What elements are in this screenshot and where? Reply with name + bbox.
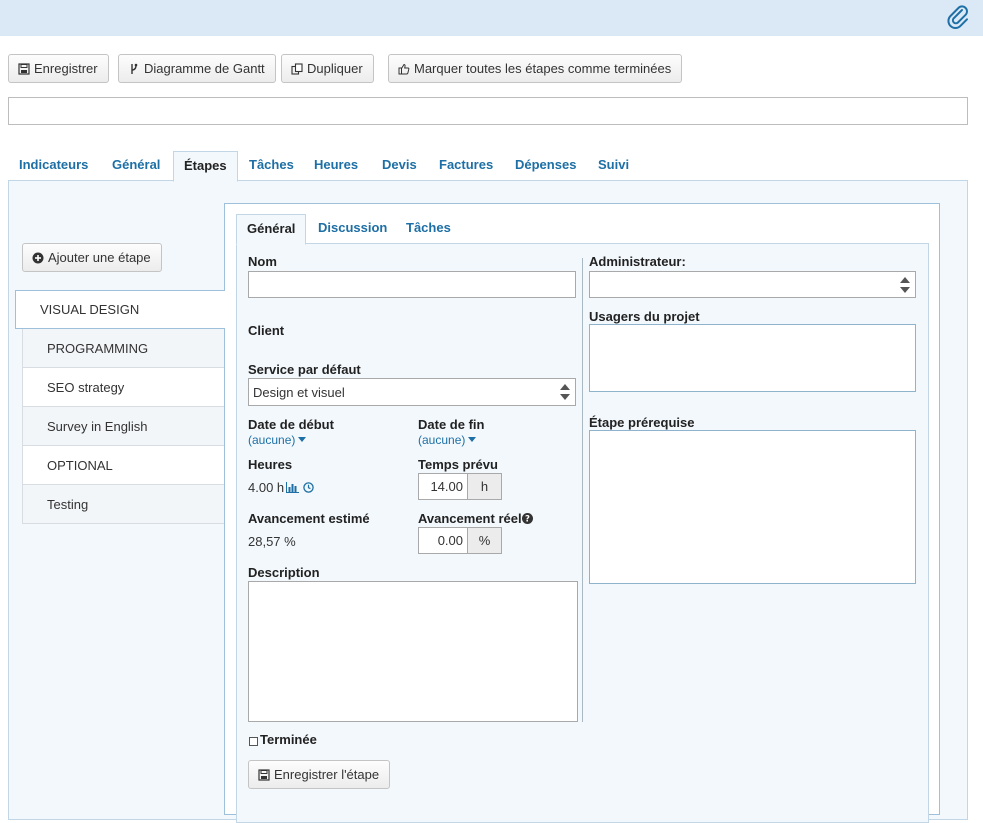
description-textarea[interactable] [248,581,578,722]
service-select-value: Design et visuel [253,384,345,400]
step-item-testing[interactable]: Testing [22,485,225,524]
detail-tab-general[interactable]: Général [236,214,307,245]
step-item-survey-in-english[interactable]: Survey in English [22,407,225,446]
nom-label: Nom [248,254,277,269]
temps-prevu-group: 14.00 h [418,473,502,500]
avancement-estime-label: Avancement estimé [248,511,370,526]
date-debut-picker[interactable]: (aucune) [248,433,307,447]
question-circle-icon[interactable]: ? [522,513,533,524]
tab-suivi[interactable]: Suivi [598,151,629,181]
heures-label: Heures [248,457,293,472]
heures-value: 4.00 h [248,480,285,495]
plus-circle-icon [32,252,44,264]
prerequise-list[interactable] [589,430,916,584]
date-debut-label: Date de début [248,417,334,432]
tab-heures[interactable]: Heures [314,151,358,181]
save-button[interactable]: Enregistrer [8,54,109,83]
administrateur-label: Administrateur: [589,254,686,269]
step-item-optional[interactable]: OPTIONAL [22,446,225,485]
terminee-checkbox[interactable] [249,737,258,746]
top-bar [0,0,983,36]
duplicate-button-label: Dupliquer [307,61,363,76]
usagers-list[interactable] [589,324,916,392]
paperclip-icon[interactable] [945,4,971,30]
date-fin-picker[interactable]: (aucune) [418,433,477,447]
temps-prevu-input[interactable]: 14.00 [418,473,468,500]
temps-prevu-label: Temps prévu [418,457,498,472]
service-select[interactable]: Design et visuel [248,378,576,406]
service-label: Service par défaut [248,362,361,377]
floppy-disk-icon [18,62,30,75]
avancement-reel-label: Avancement réel [418,511,522,526]
tab-factures[interactable]: Factures [439,151,493,181]
caret-down-icon [468,437,477,442]
client-label: Client [248,323,285,338]
terminee-label: Terminée [260,732,317,747]
tab-etapes[interactable]: Étapes [173,151,238,182]
nom-input[interactable] [248,271,576,298]
avancement-reel-input[interactable]: 0.00 [418,527,468,554]
bar-chart-icon[interactable] [286,482,299,493]
svg-text:?: ? [525,515,530,524]
add-step-label: Ajouter une étape [48,250,151,265]
branch-icon [128,63,140,75]
tab-devis[interactable]: Devis [382,151,417,181]
gantt-button-label: Diagramme de Gantt [144,61,265,76]
step-label: VISUAL DESIGN [40,302,140,317]
clock-icon[interactable] [303,482,314,493]
step-label: Testing [47,496,89,512]
select-arrows-icon [900,276,910,293]
column-divider [582,258,583,722]
temps-prevu-unit: h [468,473,502,500]
step-item-programming[interactable]: PROGRAMMING [22,329,225,368]
save-step-label: Enregistrer l'étape [274,767,380,782]
prerequise-label: Étape prérequise [589,415,695,430]
avancement-reel-unit: % [468,527,502,554]
avancement-reel-group: 0.00 % [418,527,502,554]
select-arrows-icon [560,384,570,400]
copy-icon [291,62,303,75]
mark-all-done-label: Marquer toutes les étapes comme terminée… [414,61,672,76]
date-debut-value: (aucune) [248,433,296,447]
detail-tab-taches[interactable]: Tâches [406,214,451,244]
mark-all-done-button[interactable]: Marquer toutes les étapes comme terminée… [388,54,683,83]
duplicate-button[interactable]: Dupliquer [281,54,374,83]
add-step-button[interactable]: Ajouter une étape [22,243,162,272]
caret-down-icon [298,437,307,442]
save-button-label: Enregistrer [34,61,98,76]
step-label: SEO strategy [47,379,125,395]
step-item-visual-design[interactable]: VISUAL DESIGN [15,290,225,329]
project-title-input[interactable] [8,97,968,125]
tab-indicateurs[interactable]: Indicateurs [19,151,88,181]
tab-general[interactable]: Général [112,151,160,181]
date-fin-value: (aucune) [418,433,466,447]
administrateur-select[interactable] [589,271,916,298]
save-step-button[interactable]: Enregistrer l'étape [248,760,391,789]
tab-taches[interactable]: Tâches [249,151,294,181]
thumbs-up-icon [398,63,410,75]
step-label: PROGRAMMING [47,340,149,356]
step-item-seo-strategy[interactable]: SEO strategy [22,368,225,407]
tab-depenses[interactable]: Dépenses [515,151,576,181]
detail-tab-discussion[interactable]: Discussion [318,214,387,244]
floppy-disk-icon [258,768,270,781]
avancement-estime-value: 28,57 % [248,534,296,549]
gantt-button[interactable]: Diagramme de Gantt [118,54,276,83]
step-label: Survey in English [47,418,148,434]
step-label: OPTIONAL [47,457,113,473]
usagers-label: Usagers du projet [589,309,700,324]
description-label: Description [248,565,320,580]
date-fin-label: Date de fin [418,417,485,432]
